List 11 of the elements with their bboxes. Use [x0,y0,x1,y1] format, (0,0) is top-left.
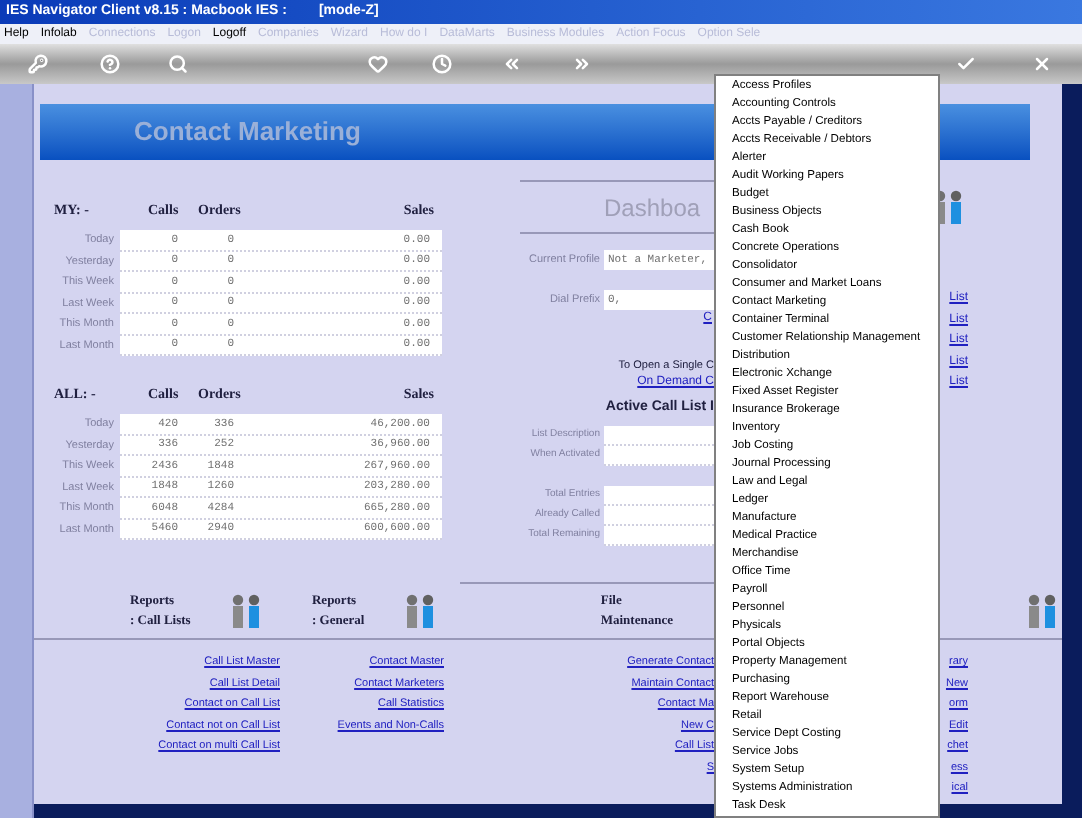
page-title: Contact Marketing [134,114,361,151]
heart-icon[interactable] [368,54,388,74]
search-icon[interactable] [168,54,188,74]
forward-icon[interactable] [572,54,592,74]
check-icon[interactable] [956,54,976,74]
help-icon[interactable] [100,54,120,74]
close-icon[interactable] [1032,54,1052,74]
key-icon[interactable] [28,54,48,74]
back-icon[interactable] [502,54,522,74]
dashboard-title: Dashboa [604,191,701,225]
clock-icon[interactable] [432,54,452,74]
